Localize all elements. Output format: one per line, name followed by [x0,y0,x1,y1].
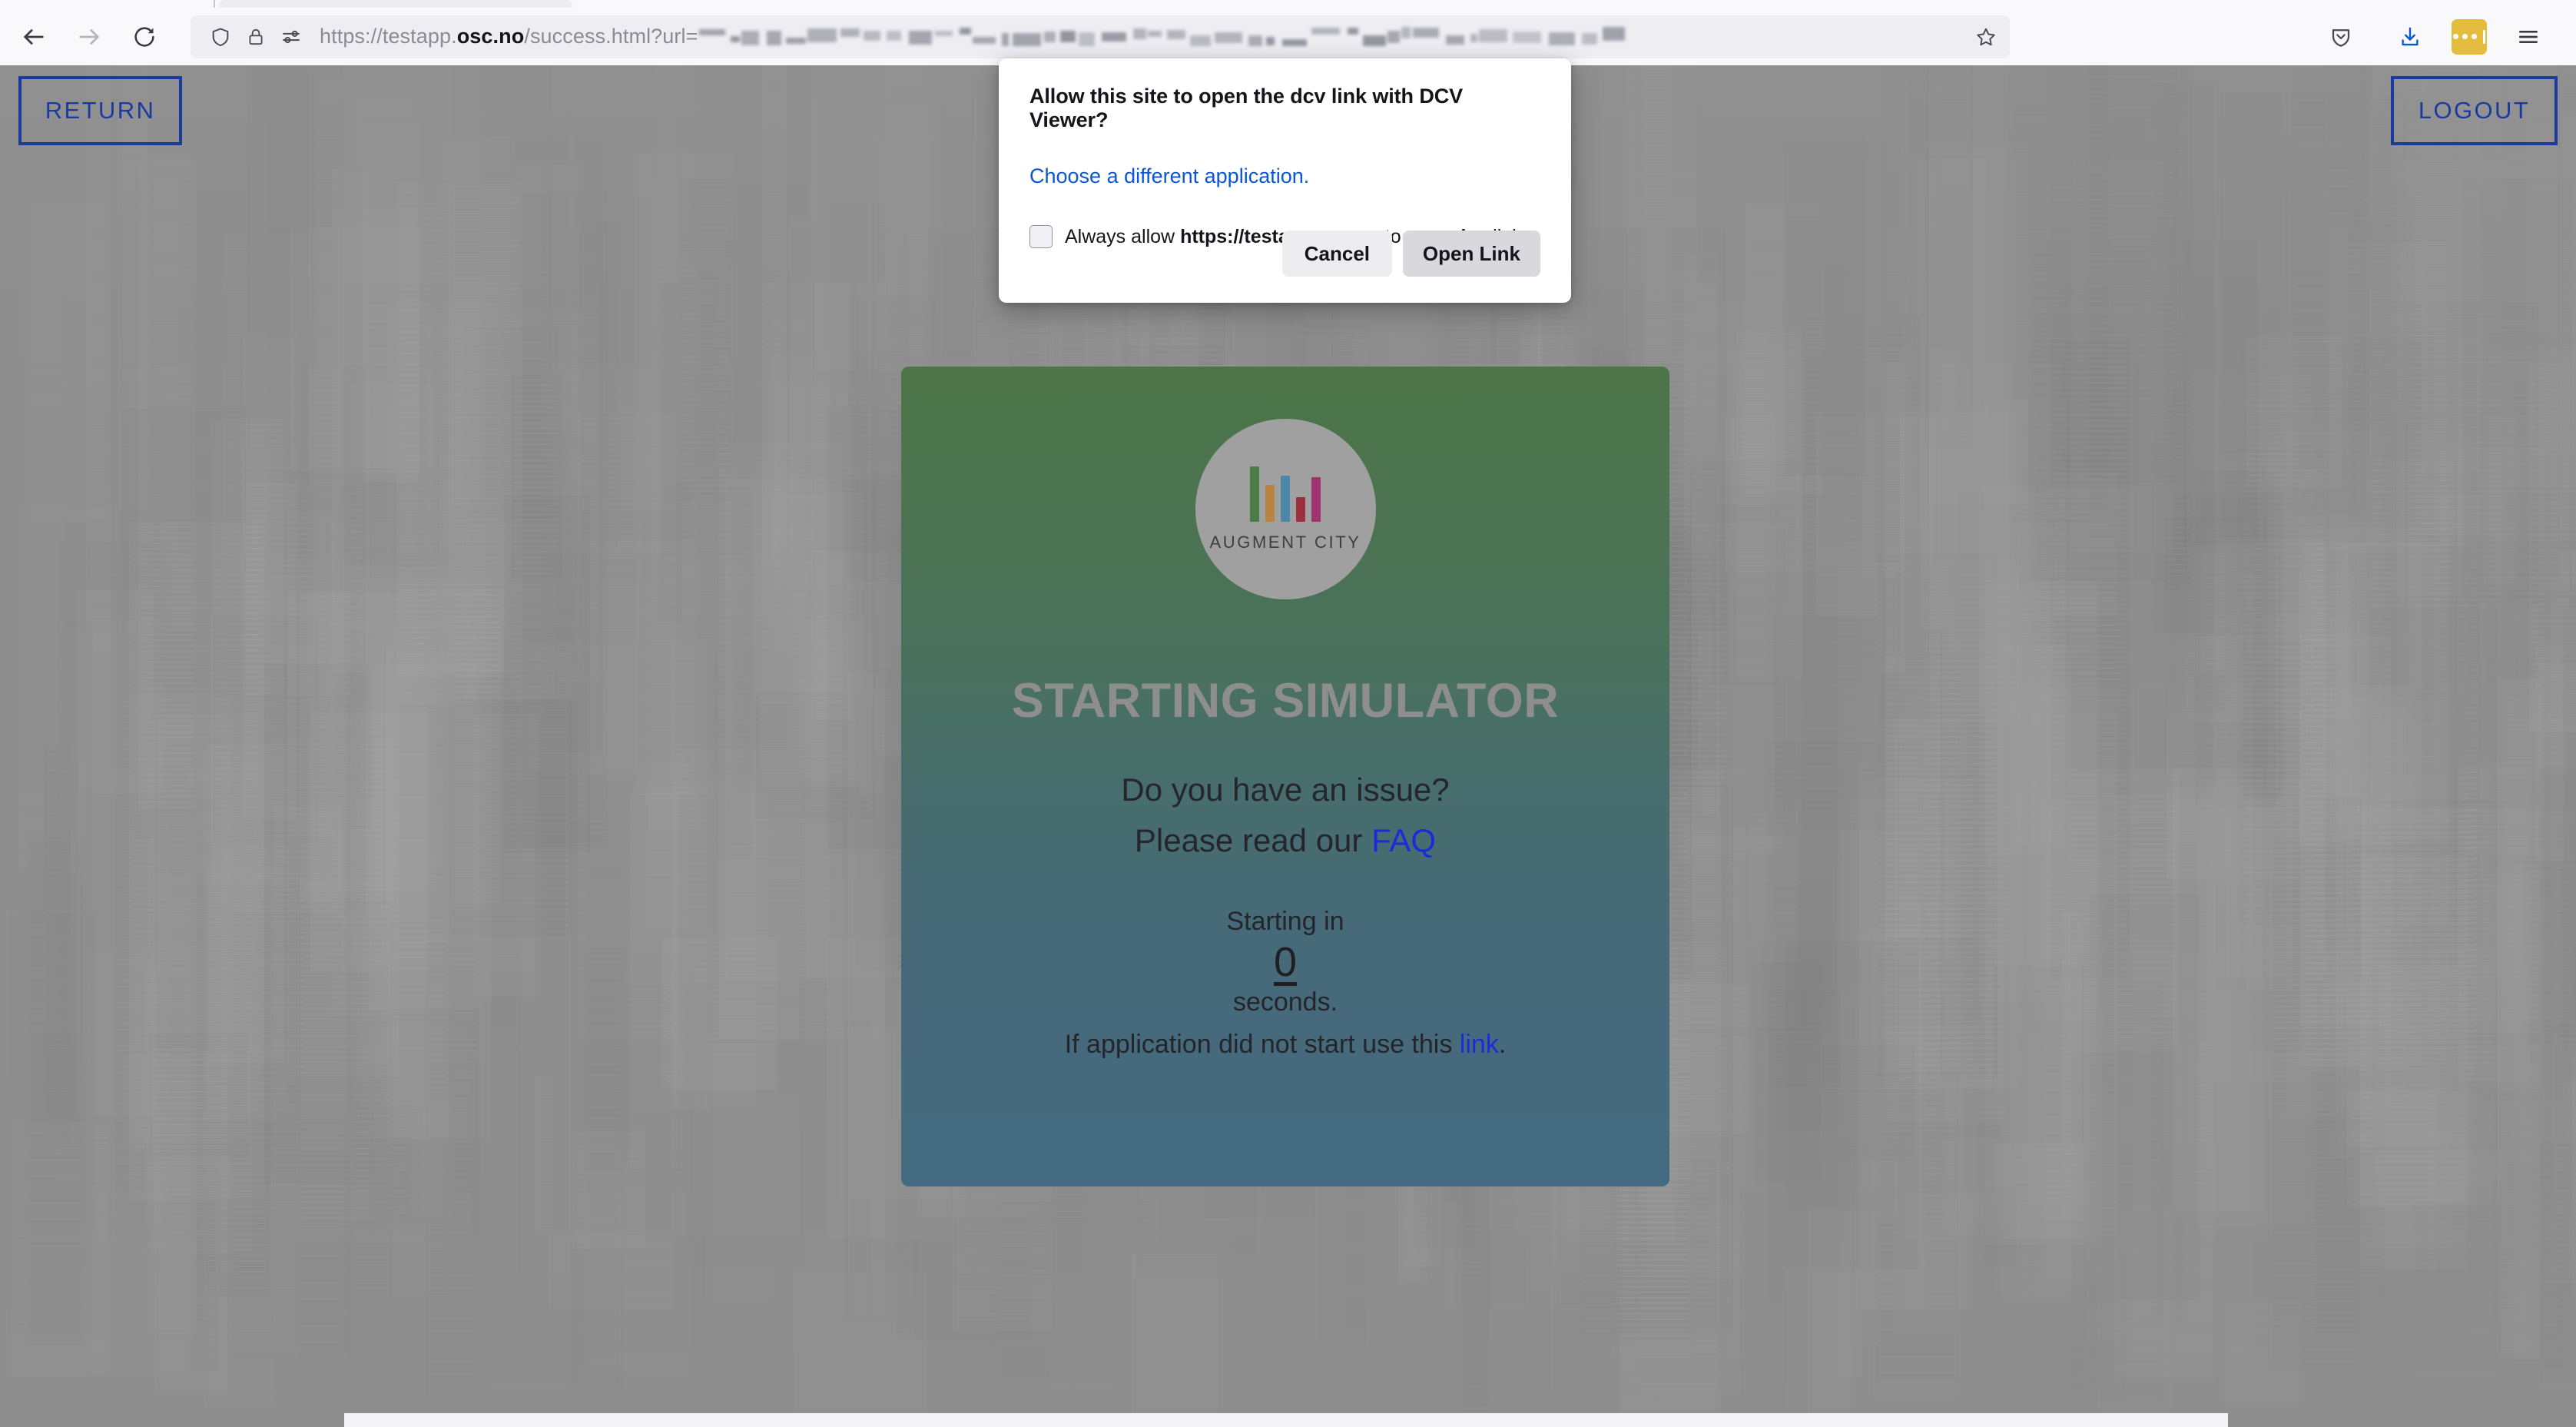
dialog-actions: Cancel Open Link [1281,231,1540,277]
bookmark-star-icon[interactable] [1968,19,2004,55]
url-prefix: https://testapp. [320,25,457,48]
open-link-button[interactable]: Open Link [1402,231,1540,277]
fallback-line: If application did not start use this li… [1065,1030,1507,1060]
status-card: AUGMENT CITY STARTING SIMULATOR Do you h… [901,367,1669,1186]
starting-in-label: Starting in [1226,907,1344,936]
logout-button[interactable]: LOGOUT [2391,76,2558,145]
app-menu-icon[interactable] [2501,9,2556,65]
seconds-label: seconds. [1232,987,1338,1017]
fallback-prefix: If application did not start use this [1064,1030,1460,1060]
browser-tab[interactable] [219,0,572,8]
navigation-toolbar: https://testapp. osc.no/success.html?url= [0,8,2576,65]
extension-badge-icon[interactable] [2452,18,2487,55]
url-path: /success.html?url= [524,25,698,48]
url-redacted-query [699,26,2001,47]
always-allow-checkbox[interactable] [1029,225,1053,248]
choose-different-application-link[interactable]: Choose a different application. [1029,164,1309,188]
faq-line: Please read our FAQ [1135,822,1436,859]
url-text[interactable]: https://testapp. osc.no/success.html?url= [320,19,2001,55]
countdown-value: 0 [1273,939,1298,985]
fallback-suffix: . [1498,1030,1507,1060]
tab-divider [214,0,215,8]
browser-chrome: https://testapp. osc.no/success.html?url= [0,0,2576,65]
faq-link[interactable]: FAQ [1371,822,1436,858]
toolbar-right-group [2313,9,2576,65]
manual-start-link[interactable]: link [1460,1030,1499,1059]
logo-wordmark: AUGMENT CITY [1209,532,1361,552]
open-link-dialog: Allow this site to open the dcv link wit… [999,58,1571,303]
logo-bar-5 [1311,476,1321,522]
logo-bar-1 [1250,466,1259,522]
augment-city-logo: AUGMENT CITY [1195,419,1376,599]
downloads-icon[interactable] [2382,9,2438,65]
shield-icon[interactable] [203,19,238,55]
return-button[interactable]: RETURN [18,76,182,145]
reload-icon[interactable] [117,9,172,65]
faq-prefix: Please read our [1134,822,1372,858]
logo-bar-2 [1265,484,1275,522]
bottom-strip [344,1413,2228,1427]
logo-bar-3 [1281,475,1290,522]
always-allow-prefix: Always allow [1065,225,1181,247]
forward-arrow-icon [61,9,117,65]
dialog-title: Allow this site to open the dcv link wit… [1029,85,1464,131]
page-title: STARTING SIMULATOR [1011,674,1560,728]
logo-bar-4 [1296,496,1305,522]
tab-strip [0,0,2576,8]
logo-bars-icon [1250,466,1321,522]
url-bar[interactable]: https://testapp. osc.no/success.html?url= [191,15,2010,58]
permissions-icon[interactable] [274,19,309,55]
issue-question: Do you have an issue? [1121,772,1450,808]
pocket-save-icon[interactable] [2313,9,2369,65]
back-arrow-icon[interactable] [6,9,61,65]
url-domain: osc.no [456,25,525,48]
cancel-button[interactable]: Cancel [1281,231,1392,277]
lock-icon[interactable] [238,19,274,55]
